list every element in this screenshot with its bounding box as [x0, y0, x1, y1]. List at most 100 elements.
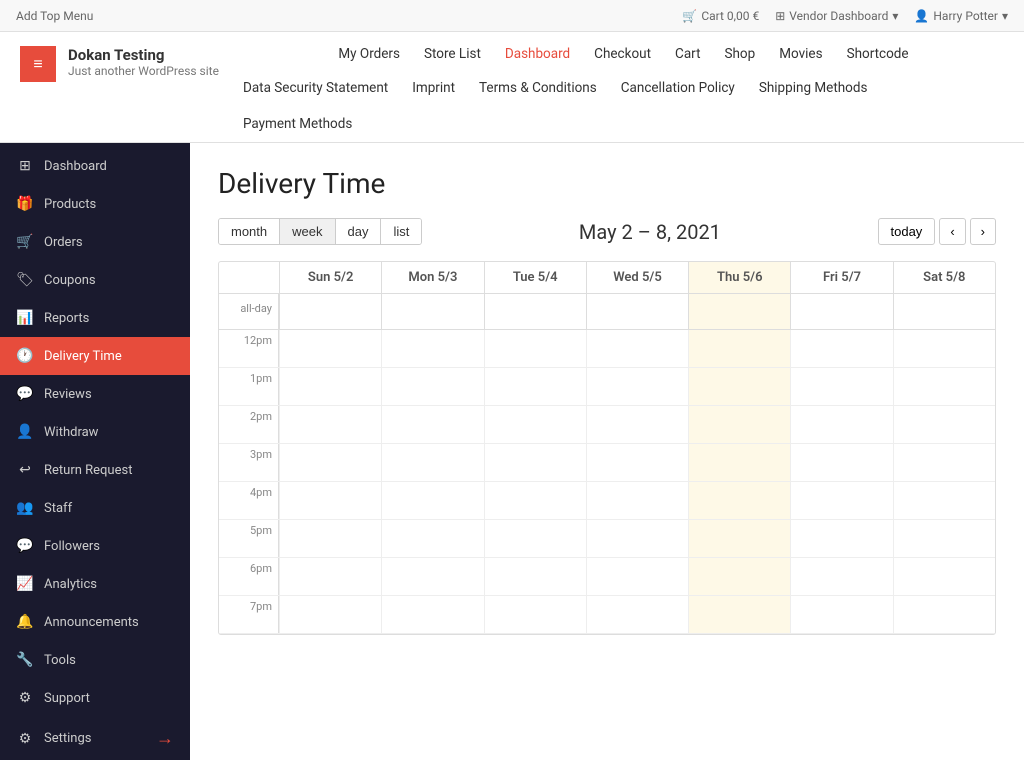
sidebar-item-announcements[interactable]: 🔔 Announcements: [0, 603, 190, 641]
cell-1pm-wed[interactable]: [586, 368, 688, 405]
cell-4pm-tue[interactable]: [484, 482, 586, 519]
allday-sun[interactable]: [279, 294, 381, 329]
month-view-btn[interactable]: month: [219, 219, 280, 244]
week-view-btn[interactable]: week: [280, 219, 335, 244]
cell-5pm-thu[interactable]: [688, 520, 790, 557]
cell-2pm-mon[interactable]: [381, 406, 483, 443]
cell-2pm-sun[interactable]: [279, 406, 381, 443]
allday-thu[interactable]: [688, 294, 790, 329]
sidebar-item-analytics[interactable]: 📈 Analytics: [0, 565, 190, 603]
nav-movies[interactable]: Movies: [779, 46, 822, 62]
site-name[interactable]: Dokan Testing: [68, 46, 219, 64]
cell-4pm-mon[interactable]: [381, 482, 483, 519]
prev-button[interactable]: ‹: [939, 218, 965, 245]
sidebar-item-reviews[interactable]: 💬 Reviews: [0, 375, 190, 413]
cell-5pm-tue[interactable]: [484, 520, 586, 557]
cell-1pm-thu[interactable]: [688, 368, 790, 405]
vendor-dashboard-link[interactable]: ⊞ Vendor Dashboard ▾: [775, 9, 898, 23]
cell-4pm-sat[interactable]: [893, 482, 995, 519]
cell-2pm-fri[interactable]: [790, 406, 892, 443]
cell-5pm-sun[interactable]: [279, 520, 381, 557]
nav-data-security[interactable]: Data Security Statement: [243, 80, 388, 96]
day-view-btn[interactable]: day: [336, 219, 382, 244]
cell-1pm-tue[interactable]: [484, 368, 586, 405]
cell-7pm-wed[interactable]: [586, 596, 688, 633]
cell-7pm-sun[interactable]: [279, 596, 381, 633]
sidebar-item-return-request[interactable]: ↩ Return Request: [0, 451, 190, 489]
cell-12pm-fri[interactable]: [790, 330, 892, 367]
sidebar-item-orders[interactable]: 🛒 Orders: [0, 223, 190, 261]
cell-2pm-wed[interactable]: [586, 406, 688, 443]
cell-2pm-tue[interactable]: [484, 406, 586, 443]
cell-3pm-fri[interactable]: [790, 444, 892, 481]
cell-3pm-tue[interactable]: [484, 444, 586, 481]
allday-mon[interactable]: [381, 294, 483, 329]
cell-2pm-thu[interactable]: [688, 406, 790, 443]
cell-7pm-tue[interactable]: [484, 596, 586, 633]
cell-6pm-wed[interactable]: [586, 558, 688, 595]
allday-tue[interactable]: [484, 294, 586, 329]
cell-5pm-wed[interactable]: [586, 520, 688, 557]
sidebar-item-reports[interactable]: 📊 Reports: [0, 299, 190, 337]
nav-terms[interactable]: Terms & Conditions: [479, 80, 597, 96]
nav-cancellation[interactable]: Cancellation Policy: [621, 80, 735, 96]
cell-3pm-wed[interactable]: [586, 444, 688, 481]
cell-6pm-fri[interactable]: [790, 558, 892, 595]
cell-3pm-sat[interactable]: [893, 444, 995, 481]
cell-3pm-mon[interactable]: [381, 444, 483, 481]
cell-7pm-mon[interactable]: [381, 596, 483, 633]
cell-7pm-fri[interactable]: [790, 596, 892, 633]
cell-6pm-tue[interactable]: [484, 558, 586, 595]
sidebar-item-staff[interactable]: 👥 Staff: [0, 489, 190, 527]
next-button[interactable]: ›: [970, 218, 996, 245]
sidebar-item-dashboard[interactable]: ⊞ Dashboard: [0, 147, 190, 185]
cell-4pm-fri[interactable]: [790, 482, 892, 519]
allday-fri[interactable]: [790, 294, 892, 329]
nav-shipping[interactable]: Shipping Methods: [759, 80, 868, 96]
cell-4pm-sun[interactable]: [279, 482, 381, 519]
sidebar-item-settings[interactable]: ⚙ Settings →: [0, 717, 190, 760]
user-menu[interactable]: 👤 Harry Potter ▾: [914, 9, 1008, 23]
allday-wed[interactable]: [586, 294, 688, 329]
sidebar-item-products[interactable]: 🎁 Products: [0, 185, 190, 223]
cell-3pm-thu[interactable]: [688, 444, 790, 481]
cell-6pm-thu[interactable]: [688, 558, 790, 595]
cell-1pm-sat[interactable]: [893, 368, 995, 405]
cell-6pm-sat[interactable]: [893, 558, 995, 595]
nav-shop[interactable]: Shop: [724, 46, 755, 62]
sidebar-item-withdraw[interactable]: 👤 Withdraw: [0, 413, 190, 451]
cell-5pm-fri[interactable]: [790, 520, 892, 557]
cell-12pm-mon[interactable]: [381, 330, 483, 367]
nav-dashboard[interactable]: Dashboard: [505, 46, 570, 62]
cell-12pm-tue[interactable]: [484, 330, 586, 367]
cell-1pm-mon[interactable]: [381, 368, 483, 405]
nav-cart[interactable]: Cart: [675, 46, 700, 62]
list-view-btn[interactable]: list: [381, 219, 421, 244]
cell-5pm-sat[interactable]: [893, 520, 995, 557]
nav-store-list[interactable]: Store List: [424, 46, 481, 62]
sidebar-item-delivery-time[interactable]: 🕐 Delivery Time: [0, 337, 190, 375]
sidebar-item-tools[interactable]: 🔧 Tools: [0, 641, 190, 679]
cell-5pm-mon[interactable]: [381, 520, 483, 557]
cell-3pm-sun[interactable]: [279, 444, 381, 481]
cell-12pm-sat[interactable]: [893, 330, 995, 367]
cell-12pm-wed[interactable]: [586, 330, 688, 367]
nav-checkout[interactable]: Checkout: [594, 46, 651, 62]
cell-6pm-mon[interactable]: [381, 558, 483, 595]
nav-imprint[interactable]: Imprint: [412, 80, 455, 96]
nav-payment[interactable]: Payment Methods: [243, 116, 352, 132]
cell-7pm-thu[interactable]: [688, 596, 790, 633]
sidebar-item-followers[interactable]: 💬 Followers: [0, 527, 190, 565]
cell-7pm-sat[interactable]: [893, 596, 995, 633]
cell-2pm-sat[interactable]: [893, 406, 995, 443]
nav-shortcode[interactable]: Shortcode: [847, 46, 909, 62]
cell-4pm-thu[interactable]: [688, 482, 790, 519]
sidebar-item-coupons[interactable]: 🏷 Coupons: [0, 261, 190, 299]
cell-6pm-sun[interactable]: [279, 558, 381, 595]
cell-4pm-wed[interactable]: [586, 482, 688, 519]
today-button[interactable]: today: [878, 218, 936, 245]
cart-link[interactable]: 🛒 Cart 0,00 €: [682, 9, 759, 23]
allday-sat[interactable]: [893, 294, 995, 329]
nav-my-orders[interactable]: My Orders: [338, 46, 400, 62]
cell-1pm-fri[interactable]: [790, 368, 892, 405]
